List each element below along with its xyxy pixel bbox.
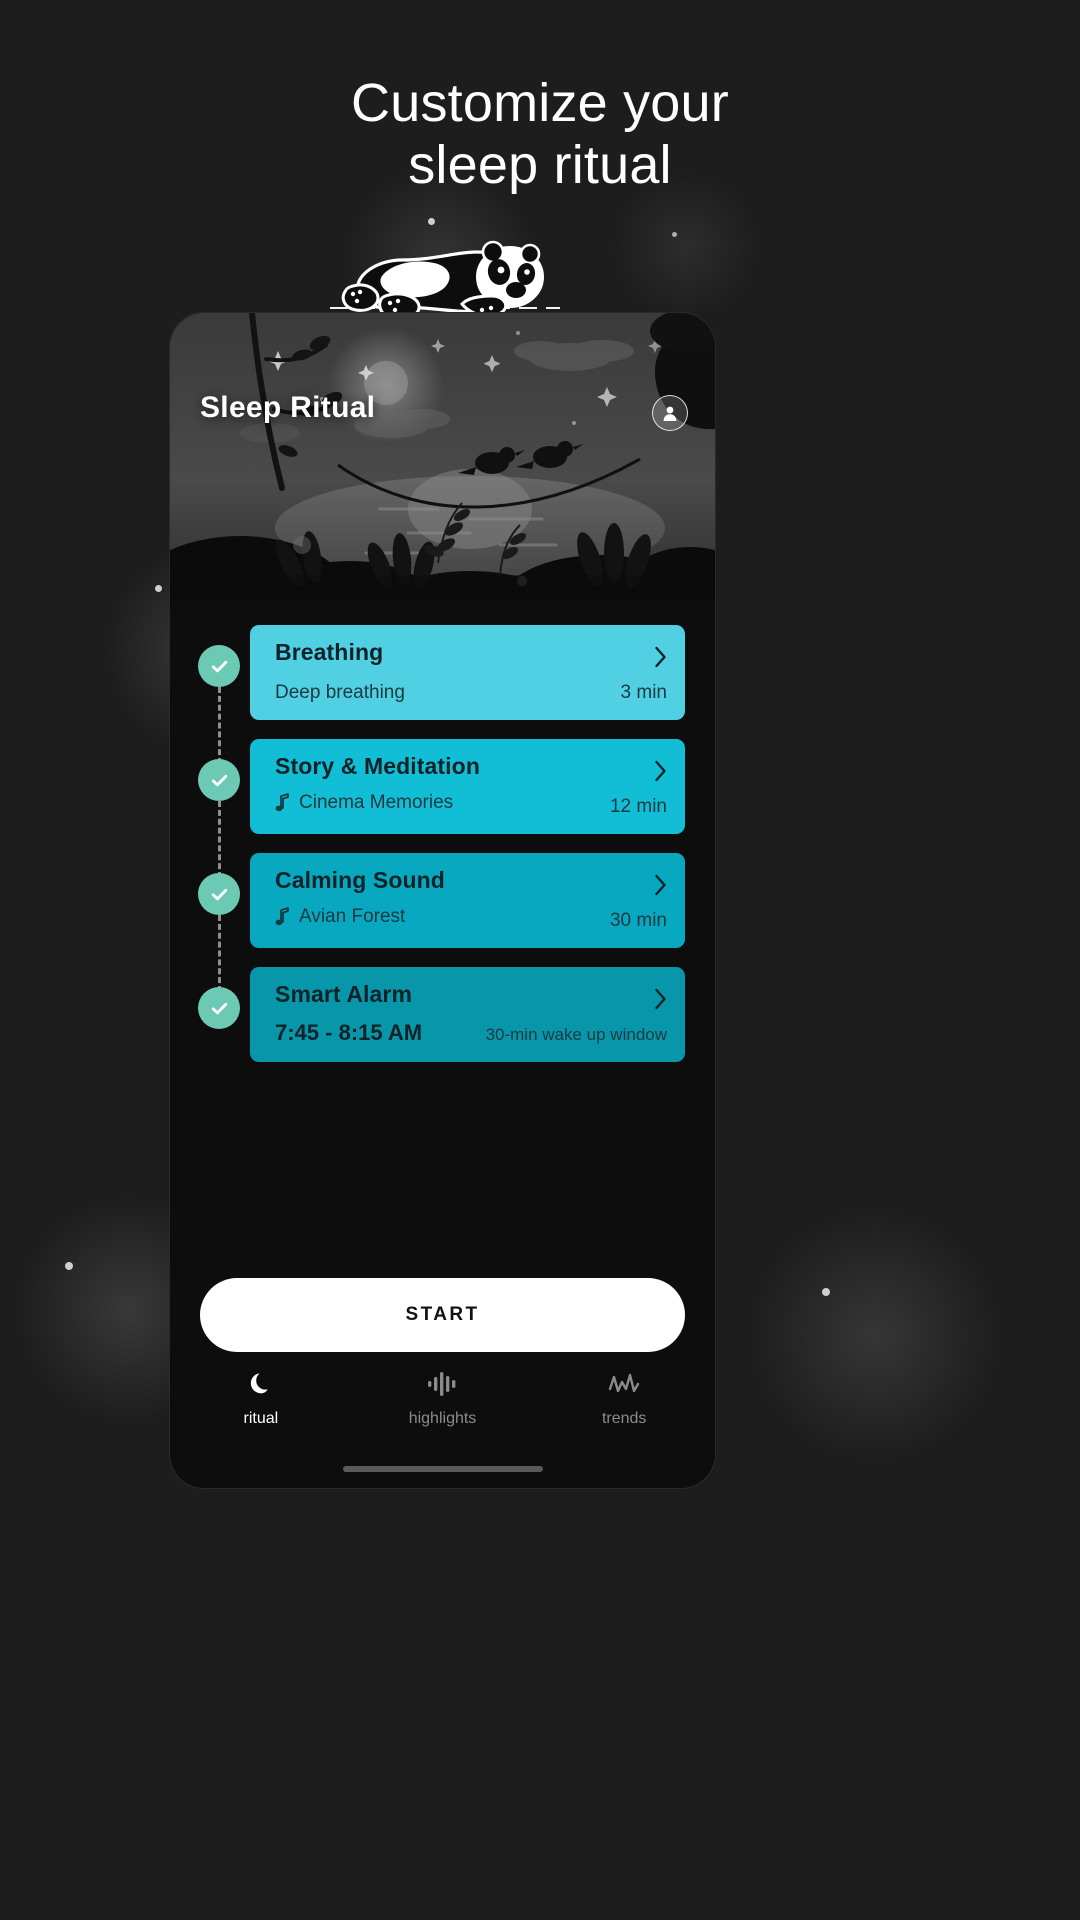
nav-label: ritual	[243, 1409, 279, 1427]
card-subtitle: Deep breathing	[275, 682, 405, 703]
check-icon	[211, 1002, 227, 1014]
nav-label: trends	[601, 1409, 647, 1427]
card-subtitle: Cinema Memories	[299, 791, 454, 813]
ambient-dot	[65, 1262, 73, 1270]
ritual-card-story-meditation[interactable]: Story & Meditation Cinema Memories 12 mi…	[250, 739, 685, 834]
equalizer-icon	[427, 1370, 459, 1398]
user-avatar-icon	[663, 406, 677, 421]
user-avatar-button[interactable]	[652, 395, 688, 431]
home-indicator	[342, 1466, 543, 1472]
ambient-dot	[155, 585, 162, 592]
ambient-dot	[672, 232, 677, 237]
card-title: Smart Alarm	[275, 981, 413, 1007]
card-duration: 12 min	[609, 796, 667, 817]
ritual-step-row: Story & Meditation Cinema Memories 12 mi…	[170, 739, 715, 878]
ambient-dot	[822, 1288, 830, 1296]
timeline-connector	[218, 801, 221, 878]
card-title: Breathing	[275, 639, 384, 665]
check-icon	[211, 774, 227, 786]
step-check-marker[interactable]	[198, 645, 240, 687]
bottom-navigation: ritual highlights trends	[170, 1351, 715, 1446]
check-icon	[211, 888, 227, 900]
card-subtitle: Avian Forest	[299, 905, 406, 927]
nav-item-ritual[interactable]: ritual	[170, 1370, 352, 1428]
start-button[interactable]: START	[200, 1278, 685, 1352]
music-note-icon	[275, 793, 289, 812]
check-icon	[211, 660, 227, 672]
nav-item-trends[interactable]: trends	[533, 1370, 715, 1428]
ritual-card-breathing[interactable]: Breathing Deep breathing 3 min	[250, 625, 685, 720]
ritual-steps-list: Breathing Deep breathing 3 min Story & M…	[170, 625, 715, 1081]
page-title: Sleep Ritual	[200, 391, 376, 424]
chevron-right-icon	[655, 646, 666, 668]
page-headline: Customize your sleep ritual	[0, 72, 1080, 196]
hero-illustration: Sleep Ritual	[170, 313, 715, 618]
nav-item-highlights[interactable]: highlights	[352, 1370, 534, 1428]
ambient-dot	[428, 218, 435, 225]
card-alarm-time: 7:45 - 8:15 AM	[275, 1020, 423, 1045]
ritual-step-row: Smart Alarm 7:45 - 8:15 AM 30-min wake u…	[170, 967, 715, 1062]
ritual-card-smart-alarm[interactable]: Smart Alarm 7:45 - 8:15 AM 30-min wake u…	[250, 967, 685, 1062]
timeline-connector	[218, 915, 221, 992]
phone-mockup: Sleep Ritual Breathing Deep breathing 3 …	[170, 313, 715, 1488]
timeline-connector	[218, 687, 221, 764]
step-check-marker[interactable]	[198, 873, 240, 915]
music-note-icon	[275, 907, 289, 926]
card-duration: 30 min	[609, 910, 667, 931]
headline-line-2: sleep ritual	[408, 135, 672, 195]
step-check-marker[interactable]	[198, 759, 240, 801]
chevron-right-icon	[655, 760, 666, 782]
pulse-wave-icon	[608, 1370, 640, 1398]
ritual-step-row: Calming Sound Avian Forest 30 min	[170, 853, 715, 992]
ritual-step-row: Breathing Deep breathing 3 min	[170, 625, 715, 764]
card-wake-window: 30-min wake up window	[485, 1025, 667, 1044]
night-forest-scene	[170, 313, 715, 618]
ritual-card-calming-sound[interactable]: Calming Sound Avian Forest 30 min	[250, 853, 685, 948]
chevron-right-icon	[655, 874, 666, 896]
nav-label: highlights	[408, 1409, 477, 1427]
card-duration: 3 min	[620, 682, 667, 703]
ambient-glow	[730, 1190, 1020, 1480]
moon-icon	[249, 1370, 273, 1398]
headline-line-1: Customize your	[351, 73, 729, 133]
panda-mascot-icon	[330, 240, 560, 321]
chevron-right-icon	[655, 988, 666, 1010]
step-check-marker[interactable]	[198, 987, 240, 1029]
card-title: Calming Sound	[275, 867, 445, 893]
card-title: Story & Meditation	[275, 753, 480, 779]
